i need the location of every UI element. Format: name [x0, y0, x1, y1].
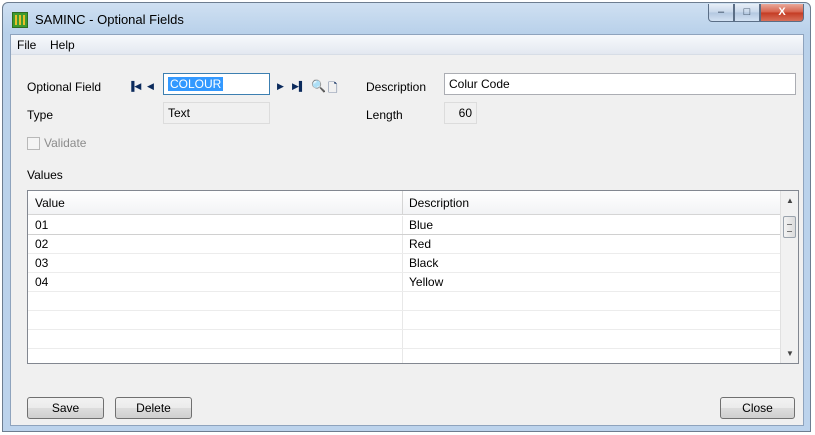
finder-icon[interactable]: 🔍 — [311, 79, 326, 93]
length-field: 60 — [444, 102, 477, 124]
validate-checkbox[interactable] — [27, 137, 40, 150]
cell-value: 01 — [35, 218, 49, 232]
type-label: Type — [27, 108, 54, 122]
app-icon — [12, 12, 28, 28]
title-bar[interactable]: SAMINC - Optional Fields – □ X — [3, 3, 810, 35]
close-button[interactable]: Close — [720, 397, 795, 419]
cell-value: 02 — [35, 237, 49, 251]
maximize-button[interactable]: □ — [734, 4, 760, 22]
description-field[interactable]: Colur Code — [444, 73, 796, 95]
empty-row[interactable] — [28, 292, 780, 311]
empty-row[interactable] — [28, 330, 780, 349]
cell-separator — [402, 292, 403, 310]
vertical-scrollbar[interactable]: ▲ ▼ — [780, 191, 798, 363]
values-label: Values — [27, 168, 63, 182]
window: SAMINC - Optional Fields – □ X File Help… — [2, 2, 811, 432]
table-row[interactable]: 04 Yellow — [28, 273, 780, 292]
cell-separator — [402, 330, 403, 348]
cell-separator — [402, 311, 403, 329]
client-area: File Help Optional Field ▐◀ ◀ COLOUR ▶ ▶… — [10, 34, 804, 426]
next-record-icon[interactable]: ▶ — [277, 81, 284, 92]
close-window-button[interactable]: X — [760, 4, 804, 22]
menu-bar: File Help — [11, 35, 803, 55]
description-label: Description — [366, 80, 427, 94]
column-header-value[interactable]: Value — [35, 196, 65, 210]
cell-description: Blue — [409, 218, 434, 232]
cell-separator — [402, 254, 403, 272]
window-controls: – □ X — [708, 4, 804, 22]
table-row[interactable]: 01 Blue — [28, 216, 780, 235]
cell-value: 03 — [35, 256, 49, 270]
length-label: Length — [366, 108, 403, 122]
cell-value: 04 — [35, 275, 49, 289]
new-document-icon[interactable]: 🗋 — [328, 79, 338, 100]
empty-row[interactable] — [28, 311, 780, 330]
scroll-down-icon[interactable]: ▼ — [786, 349, 794, 358]
cell-separator — [402, 216, 403, 234]
cell-separator — [402, 273, 403, 291]
menu-file[interactable]: File — [17, 38, 36, 52]
last-record-icon[interactable]: ▶▌ — [292, 81, 305, 92]
grid-header: Value Description — [28, 191, 780, 215]
previous-record-icon[interactable]: ◀ — [147, 81, 154, 92]
table-row[interactable]: 03 Black — [28, 254, 780, 273]
menu-help[interactable]: Help — [50, 38, 75, 52]
empty-row[interactable] — [28, 349, 780, 363]
delete-button[interactable]: Delete — [115, 397, 192, 419]
cell-description: Red — [409, 237, 432, 251]
cell-separator — [402, 349, 403, 363]
save-button[interactable]: Save — [27, 397, 104, 419]
type-field: Text — [163, 102, 270, 124]
cell-separator — [402, 235, 403, 253]
window-title: SAMINC - Optional Fields — [35, 12, 184, 27]
first-record-icon[interactable]: ▐◀ — [128, 81, 141, 92]
validate-label: Validate — [44, 136, 87, 150]
values-grid[interactable]: Value Description 01 Blue 02 Red 03 Blac… — [27, 190, 799, 364]
table-row[interactable]: 02 Red — [28, 235, 780, 254]
optional-field-label: Optional Field — [27, 80, 102, 94]
cell-description: Yellow — [409, 275, 444, 289]
scroll-thumb[interactable] — [783, 216, 796, 238]
optional-field-value: COLOUR — [168, 77, 224, 91]
column-separator[interactable] — [402, 191, 403, 214]
scroll-up-icon[interactable]: ▲ — [786, 196, 794, 205]
optional-field-input[interactable]: COLOUR — [163, 73, 270, 95]
cell-description: Black — [409, 256, 439, 270]
minimize-button[interactable]: – — [708, 4, 734, 22]
column-header-description[interactable]: Description — [409, 196, 469, 210]
